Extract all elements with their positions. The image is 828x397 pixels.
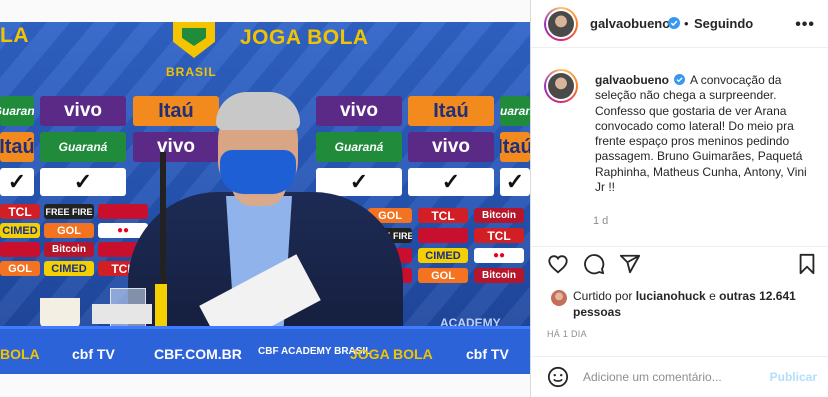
gol-logo: GOL — [44, 223, 94, 238]
post-side-panel: galvaobueno • Seguindo ••• galvaobueno A… — [530, 0, 828, 397]
separator-dot: • — [684, 16, 689, 31]
comment-input[interactable]: Adicione um comentário... — [583, 370, 722, 384]
paper-plane-icon[interactable] — [619, 253, 641, 275]
cimed-logo: CIMED — [44, 261, 94, 276]
nike-logo: ✓ — [500, 168, 530, 196]
coffee-cup — [40, 298, 80, 328]
guarana-logo: Guaraná — [500, 96, 530, 126]
post-photo[interactable]: LA BRASIL JOGA BOLA vivo Itaú vivo Itaú … — [0, 22, 530, 374]
post-header: galvaobueno • Seguindo ••• — [531, 0, 828, 48]
vivo-logo: vivo — [408, 132, 494, 162]
caption-username[interactable]: galvaobueno — [595, 73, 669, 87]
sponsor-logo — [418, 228, 468, 243]
likes-summary: Curtido por lucianohuck e outras 12.641 … — [545, 288, 815, 320]
bitcoin-logo: Bitcoin — [474, 268, 524, 283]
table-word: cbf TV — [72, 346, 115, 362]
vivo-logo: vivo — [40, 96, 126, 126]
header-username[interactable]: galvaobueno — [590, 16, 670, 31]
press-table: BOLA cbf TV CBF.COM.BR CBF ACADEMY BRASI… — [0, 326, 530, 374]
caption-text: A convocação da seleção não chega a surp… — [595, 73, 807, 195]
guarana-logo: Guaraná — [0, 96, 34, 126]
likes-connector: e — [709, 289, 716, 303]
sponsor-logo — [0, 242, 40, 257]
cimed-logo: CIMED — [0, 223, 40, 238]
likes-prefix: Curtido por — [573, 289, 633, 303]
caption-avatar[interactable] — [544, 69, 578, 103]
bookmark-icon[interactable] — [797, 253, 817, 275]
guarana-logo: Guaraná — [40, 132, 126, 162]
comment-box: Adicione um comentário... Publicar — [531, 356, 828, 397]
comment-bubble-icon[interactable] — [583, 253, 605, 275]
face-mask — [220, 150, 296, 194]
publish-button[interactable]: Publicar — [770, 370, 817, 384]
nike-logo: ✓ — [408, 168, 494, 196]
bitcoin-logo: Bitcoin — [44, 242, 94, 257]
tcl-logo: TCL — [474, 228, 524, 243]
nike-logo: ✓ — [0, 168, 34, 196]
document — [92, 304, 152, 324]
action-bar — [531, 246, 828, 280]
gol-logo: GOL — [0, 261, 40, 276]
caption: galvaobueno A convocação da seleção não … — [595, 73, 817, 195]
nike-logo: ✓ — [40, 168, 126, 196]
table-word: JOGA BOLA — [350, 346, 433, 362]
tcl-logo: TCL — [0, 204, 40, 219]
table-word: CBF.COM.BR — [154, 346, 242, 362]
yellow-object — [155, 284, 167, 326]
itau-logo: Itaú — [500, 132, 530, 162]
verified-badge-icon — [674, 74, 686, 85]
liker-username[interactable]: lucianohuck — [636, 289, 706, 303]
itau-logo: Itaú — [0, 132, 34, 162]
mastercard-logo: ●● — [474, 248, 524, 263]
following-button[interactable]: Seguindo — [694, 16, 753, 31]
verified-badge-icon — [668, 17, 680, 29]
tcl-logo: TCL — [418, 208, 468, 223]
bitcoin-logo: Bitcoin — [474, 208, 524, 223]
crest-label: BRASIL — [166, 65, 217, 79]
heart-icon[interactable] — [547, 253, 569, 275]
table-word: BOLA — [0, 346, 40, 362]
cimed-logo: CIMED — [418, 248, 468, 263]
post-timestamp[interactable]: HÁ 1 DIA — [547, 329, 587, 339]
table-word: cbf TV — [466, 346, 509, 362]
itau-logo: Itaú — [408, 96, 494, 126]
backdrop-word: LA — [0, 24, 29, 47]
hair — [216, 92, 300, 130]
gol-logo: GOL — [418, 268, 468, 283]
backdrop-word: JOGA BOLA — [240, 26, 369, 49]
more-options-icon[interactable]: ••• — [795, 16, 815, 34]
caption-age[interactable]: 1 d — [593, 215, 608, 227]
avatar[interactable] — [544, 7, 578, 41]
freefire-logo: FREE FIRE — [44, 204, 94, 219]
smiley-icon[interactable] — [547, 366, 569, 388]
